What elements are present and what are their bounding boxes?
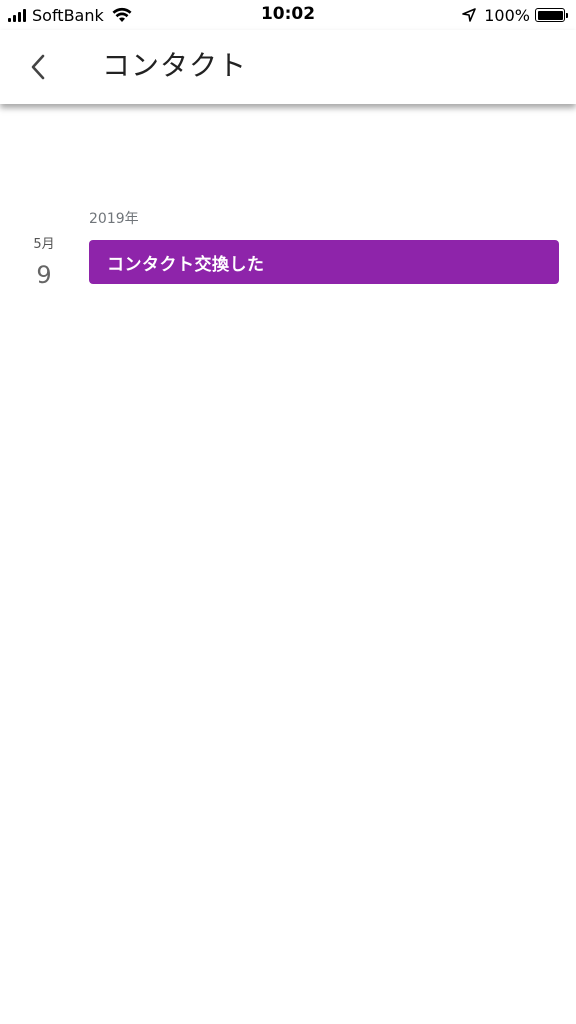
status-right: 100%: [462, 4, 568, 26]
location-arrow-icon: [462, 8, 477, 22]
event-chip[interactable]: コンタクト交換した: [89, 240, 559, 284]
chevron-left-icon: [31, 54, 45, 80]
battery-percent: 100%: [484, 5, 530, 25]
year-label: 2019年: [89, 211, 139, 227]
battery-icon: [535, 8, 565, 22]
event-month: 5月: [33, 237, 55, 252]
event-day: 9: [36, 261, 52, 289]
app-bar: コンタクト: [0, 30, 576, 104]
page-title: コンタクト: [102, 49, 248, 82]
event-title: コンタクト交換した: [107, 254, 265, 275]
event-date: 5月 9: [22, 236, 66, 292]
battery-fill: [537, 10, 563, 20]
status-bar: SoftBank 10:02 100%: [0, 0, 576, 30]
back-button[interactable]: [18, 47, 58, 87]
battery-tip: [566, 12, 568, 18]
